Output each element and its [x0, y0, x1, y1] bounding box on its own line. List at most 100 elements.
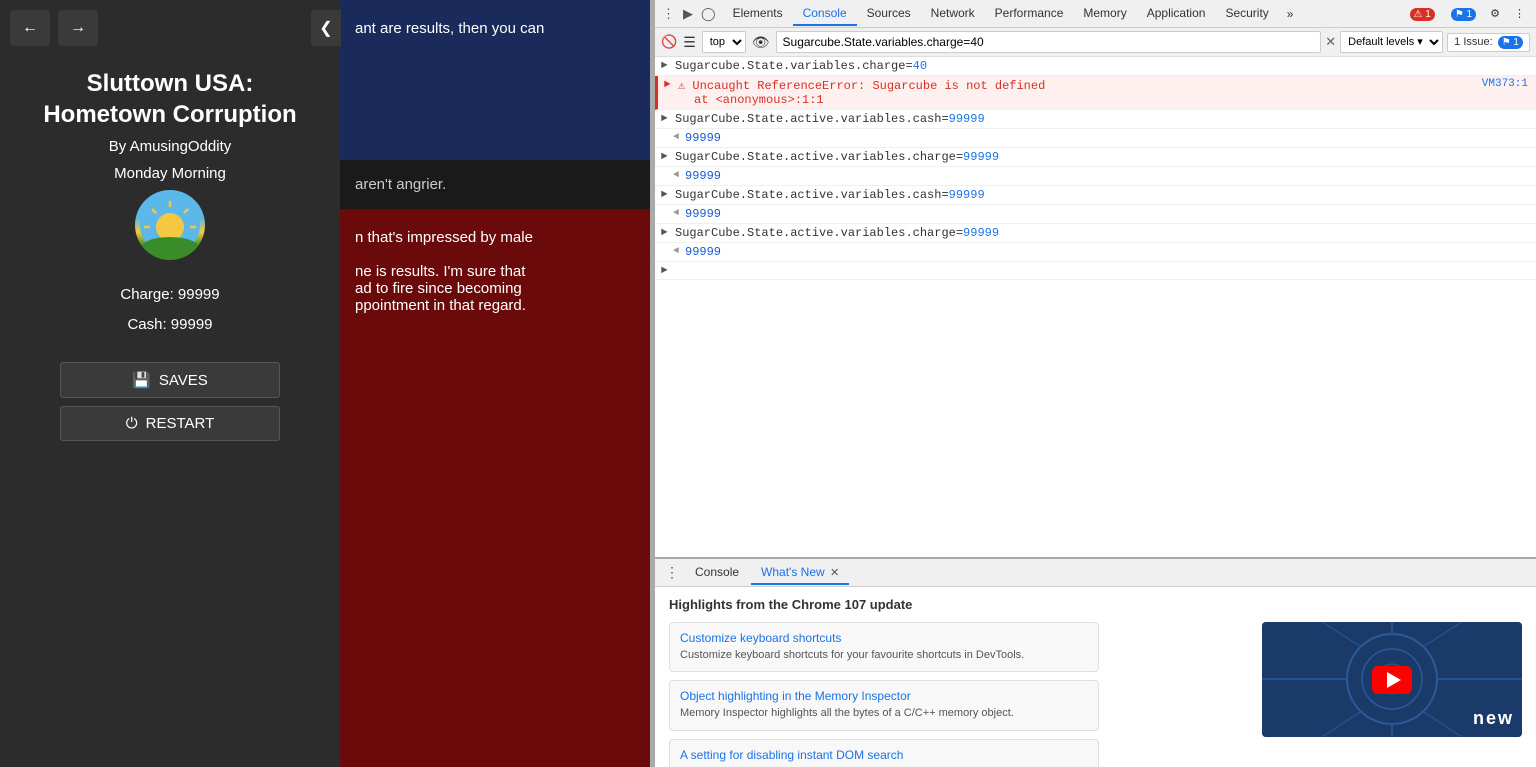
bottom-tabs: ⋮ Console What's New ✕ [655, 559, 1536, 587]
log-row: ► SugarCube.State.active.variables.charg… [655, 148, 1536, 167]
saves-label: SAVES [159, 372, 208, 389]
filter-icon[interactable]: ☰ [681, 32, 698, 53]
whats-new-item-2: Object highlighting in the Memory Inspec… [669, 680, 1099, 730]
tab-sources[interactable]: Sources [857, 2, 921, 26]
settings-icon[interactable]: ⚙ [1485, 5, 1505, 22]
devtools-inspect-icon[interactable]: ▶ [680, 3, 696, 25]
clear-console-button[interactable]: 🚫 [661, 34, 677, 50]
item-2-desc: Memory Inspector highlights all the byte… [680, 706, 1088, 721]
filter-clear-button[interactable]: ✕ [1325, 34, 1336, 50]
log-text: Sugarcube.State.variables.charge=40 [675, 59, 1528, 73]
response-arrow: ◄ [673, 170, 679, 181]
devtools-tabs: ⋮ ▶ ◯ Elements Console Sources Network P… [655, 0, 1536, 28]
passage-dark: aren't angrier. [340, 160, 650, 209]
whats-new-item-3: A setting for disabling instant DOM sear… [669, 739, 1099, 767]
log-text: SugarCube.State.active.variables.cash=99… [675, 188, 1528, 202]
issues-badge: ⚑ 1 [1498, 36, 1523, 49]
devtools-device-icon[interactable]: ◯ [698, 3, 719, 25]
log-text: SugarCube.State.active.variables.charge=… [675, 226, 1528, 240]
passage-red-text1: n that's impressed by male [355, 229, 635, 246]
passage-red: n that's impressed by male ne is results… [340, 209, 650, 767]
expand-arrow[interactable]: ► [661, 189, 668, 201]
devtools-main: ► Sugarcube.State.variables.charge=40 ► … [655, 57, 1536, 767]
back-button[interactable]: ← [10, 10, 50, 46]
devtools-left-icons: ⋮ ▶ ◯ [655, 3, 723, 25]
whats-new-label: What's New [761, 565, 825, 579]
log-row: ► SugarCube.State.active.variables.cash=… [655, 186, 1536, 205]
bottom-tab-drag[interactable]: ⋮ [661, 562, 683, 583]
log-error-text: ⚠ Uncaught ReferenceError: Sugarcube is … [678, 78, 1482, 107]
log-text: SugarCube.State.active.variables.charge=… [675, 150, 1528, 164]
item-3-title[interactable]: A setting for disabling instant DOM sear… [680, 748, 1088, 762]
devtools-bottom: ⋮ Console What's New ✕ Highlights from t… [655, 557, 1536, 767]
expand-arrow[interactable]: ► [661, 60, 668, 72]
error-count: ⚠ 1 [1410, 8, 1435, 21]
issues-count-label: 1 Issue: [1454, 36, 1493, 48]
issues-button[interactable]: 1 Issue: ⚑ 1 [1447, 33, 1530, 52]
response-arrow: ◄ [673, 246, 679, 257]
response-arrow: ◄ [673, 208, 679, 219]
restart-button[interactable]: ⏻ RESTART [60, 406, 280, 441]
expand-arrow[interactable]: ► [661, 265, 668, 277]
eye-icon[interactable]: 👁 [750, 32, 772, 53]
console-log[interactable]: ► Sugarcube.State.variables.charge=40 ► … [655, 57, 1536, 557]
forward-button[interactable]: → [58, 10, 98, 46]
context-selector[interactable]: top [702, 31, 746, 53]
expand-arrow-error[interactable]: ► [664, 79, 671, 91]
avatar-icon [140, 195, 200, 255]
whats-new-content: Highlights from the Chrome 107 update Cu… [655, 587, 1536, 767]
item-1-desc: Customize keyboard shortcuts for your fa… [680, 648, 1088, 663]
more-options-icon[interactable]: ⋮ [1509, 5, 1530, 22]
log-file-link[interactable]: VM373:1 [1482, 78, 1528, 90]
console-toolbar: 🚫 ☰ top 👁 ✕ Default levels ▾ 1 Issue: ⚑ … [655, 28, 1536, 57]
log-row-empty: ► [655, 262, 1536, 280]
tab-console[interactable]: Console [793, 2, 857, 26]
bottom-tab-whats-new[interactable]: What's New ✕ [751, 561, 849, 585]
issue-count: ⚑ 1 [1451, 8, 1476, 21]
tab-application[interactable]: Application [1137, 2, 1216, 26]
new-badge: new [1473, 708, 1514, 729]
log-row-value: ◄ 99999 [655, 167, 1536, 186]
issue-badge[interactable]: ⚑ 1 [1444, 6, 1481, 22]
passage-blue-text: ant are results, then you can [355, 20, 544, 37]
play-triangle [1387, 672, 1401, 688]
tab-performance[interactable]: Performance [985, 2, 1074, 26]
log-value: 99999 [685, 207, 1528, 221]
restart-label: RESTART [146, 415, 215, 432]
devtools-menu-icon[interactable]: ⋮ [659, 3, 678, 25]
whats-new-text-items: Customize keyboard shortcuts Customize k… [669, 622, 1250, 767]
expand-arrow[interactable]: ► [661, 151, 668, 163]
whats-new-item-1: Customize keyboard shortcuts Customize k… [669, 622, 1099, 672]
console-filter-input[interactable] [776, 31, 1322, 53]
whats-new-video[interactable]: new [1262, 622, 1522, 737]
tab-more[interactable]: » [1279, 3, 1302, 25]
whats-new-title: Highlights from the Chrome 107 update [669, 597, 1522, 612]
whats-new-close[interactable]: ✕ [830, 567, 839, 579]
expand-arrow[interactable]: ► [661, 227, 668, 239]
log-levels-selector[interactable]: Default levels ▾ [1340, 31, 1443, 53]
youtube-play-button[interactable] [1372, 666, 1412, 694]
log-row-value: ◄ 99999 [655, 243, 1536, 262]
passage-blue: ant are results, then you can [340, 0, 650, 160]
passage-red-text2: ne is results. I'm sure thatad to fire s… [355, 263, 635, 314]
expand-arrow[interactable]: ► [661, 113, 668, 125]
saves-button[interactable]: 💾 SAVES [60, 362, 280, 398]
error-badge[interactable]: ⚠ 1 [1403, 6, 1440, 22]
game-title: Sluttown USA:Hometown Corruption [43, 68, 296, 130]
tab-security[interactable]: Security [1215, 2, 1278, 26]
avatar [135, 190, 205, 260]
log-value: 99999 [685, 245, 1528, 259]
tab-network[interactable]: Network [921, 2, 985, 26]
whats-new-items: Customize keyboard shortcuts Customize k… [669, 622, 1522, 767]
save-icon: 💾 [132, 371, 151, 389]
item-2-title[interactable]: Object highlighting in the Memory Inspec… [680, 689, 1088, 703]
author-label: By AmusingOddity [109, 138, 232, 155]
item-1-title[interactable]: Customize keyboard shortcuts [680, 631, 1088, 645]
log-row: ► SugarCube.State.active.variables.cash=… [655, 110, 1536, 129]
tab-elements[interactable]: Elements [723, 2, 793, 26]
log-row: ► Sugarcube.State.variables.charge=40 [655, 57, 1536, 76]
collapse-button[interactable]: ❮ [311, 10, 341, 46]
bottom-tab-console[interactable]: Console [685, 561, 749, 585]
time-label: Monday Morning [114, 165, 226, 182]
tab-memory[interactable]: Memory [1073, 2, 1136, 26]
